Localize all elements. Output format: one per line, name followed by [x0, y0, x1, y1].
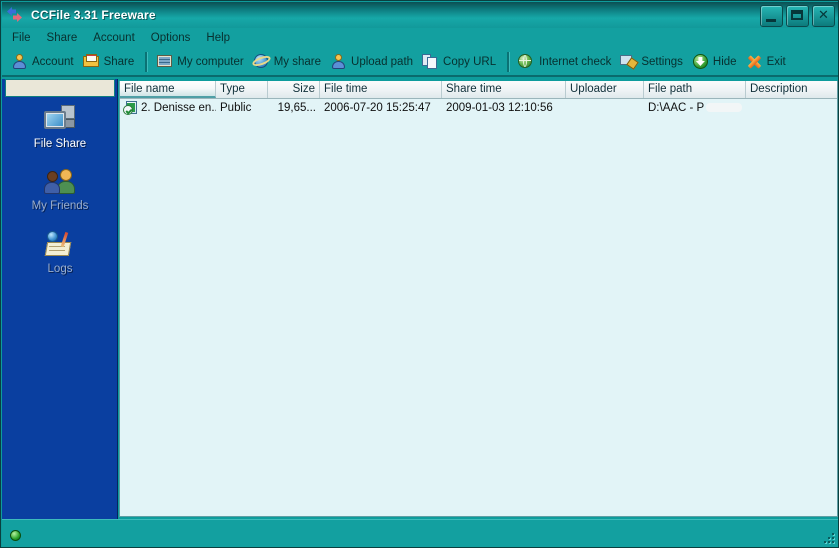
document-checked-icon — [123, 101, 138, 115]
column-header-type[interactable]: Type — [216, 81, 268, 98]
toolbar-button-upload-path[interactable]: Upload path — [327, 50, 419, 74]
minimize-button[interactable] — [760, 5, 783, 27]
toolbar-button-exit[interactable]: Exit — [743, 50, 792, 74]
toolbar-button-account[interactable]: Account — [8, 50, 80, 74]
toolbar-button-my-share[interactable]: My share — [250, 50, 327, 74]
menu-item-share[interactable]: Share — [45, 30, 87, 47]
toolbar-label-my-computer: My computer — [177, 55, 244, 68]
green-led-icon — [10, 530, 21, 541]
column-header-share-time[interactable]: Share time — [442, 81, 566, 98]
network-globe-icon — [518, 53, 535, 70]
toolbar-separator — [145, 51, 149, 72]
toolbar-label-share: Share — [103, 55, 135, 68]
window-title: CCFile 3.31 Freeware — [31, 8, 156, 22]
friends-icon — [44, 167, 76, 197]
file-path-redaction — [706, 103, 743, 113]
copy-icon — [422, 53, 439, 70]
toolbar-button-hide[interactable]: Hide — [689, 50, 743, 74]
toolbar-label-my-share: My share — [273, 55, 322, 68]
toolbar-label-settings: Settings — [641, 55, 683, 68]
toolbar-button-share[interactable]: Share — [80, 50, 141, 74]
window-controls: ✕ — [760, 5, 835, 27]
ccfile-window: CCFile 3.31 Freeware ✕ File Share Accoun… — [0, 0, 839, 548]
column-header-file-time[interactable]: File time — [320, 81, 442, 98]
toolbar-button-internet-check[interactable]: Internet check — [515, 50, 617, 74]
toolbar-label-exit: Exit — [766, 55, 786, 68]
menu-item-file[interactable]: File — [10, 30, 40, 47]
person-icon — [11, 53, 28, 70]
toolbar-label-hide: Hide — [712, 55, 737, 68]
toolbar: Account Share My computer My share Uploa… — [2, 48, 838, 77]
menu-bar: File Share Account Options Help — [2, 28, 838, 48]
cell-file-name: 2. Denisse en... — [120, 99, 216, 117]
globe-icon — [250, 53, 272, 70]
column-header-uploader[interactable]: Uploader — [566, 81, 644, 98]
down-arrow-icon — [692, 53, 709, 70]
toolbar-separator — [507, 51, 511, 72]
sidebar: File Share My Friends Logs — [2, 79, 118, 519]
close-x-icon — [746, 53, 763, 70]
column-header-file-path[interactable]: File path — [644, 81, 746, 98]
table-row[interactable]: 2. Denisse en... Public 19,65... 2006-07… — [120, 99, 837, 117]
toolbar-label-account: Account — [32, 55, 74, 68]
maximize-button[interactable] — [786, 5, 809, 27]
toolbar-label-copy-url: Copy URL — [443, 55, 497, 68]
settings-icon — [620, 53, 640, 70]
exchange-arrows-icon — [6, 6, 26, 24]
share-folder-icon — [82, 53, 100, 70]
cell-size: 19,65... — [277, 102, 316, 114]
logs-icon — [44, 230, 76, 260]
sidebar-item-my-friends[interactable]: My Friends — [2, 167, 118, 212]
file-list: File name Type Size File time Share time… — [119, 81, 838, 517]
menu-item-options[interactable]: Options — [149, 30, 200, 47]
close-button[interactable]: ✕ — [812, 5, 835, 27]
sidebar-label-file-share: File Share — [33, 138, 87, 150]
column-header-file-name[interactable]: File name — [120, 81, 216, 98]
cell-file-time: 2006-07-20 15:25:47 — [324, 102, 431, 114]
toolbar-button-copy-url[interactable]: Copy URL — [419, 50, 502, 74]
toolbar-label-upload-path: Upload path — [351, 55, 414, 68]
cell-file-name-text: 2. Denisse en... — [141, 102, 216, 114]
resize-grip-icon[interactable] — [823, 532, 836, 545]
file-share-icon — [44, 105, 76, 135]
file-list-header: File name Type Size File time Share time… — [120, 81, 837, 99]
cell-type: Public — [220, 102, 252, 114]
computer-icon — [156, 53, 173, 70]
sidebar-item-logs[interactable]: Logs — [2, 230, 118, 275]
cell-file-path: D:\AAC - P — [644, 99, 746, 117]
menu-item-help[interactable]: Help — [204, 30, 239, 47]
status-bar: http:/.150 2009-01-03 13:29:26 — [2, 519, 838, 547]
cell-file-path-text: D:\AAC - P — [648, 102, 705, 114]
toolbar-button-settings[interactable]: Settings — [617, 50, 689, 74]
toolbar-label-internet-check: Internet check — [539, 55, 612, 68]
title-bar[interactable]: CCFile 3.31 Freeware ✕ — [2, 2, 838, 28]
toolbar-button-my-computer[interactable]: My computer — [153, 50, 249, 74]
column-header-size[interactable]: Size — [268, 81, 320, 98]
person-icon — [330, 53, 347, 70]
sidebar-label-logs: Logs — [47, 263, 73, 275]
menu-item-account[interactable]: Account — [91, 30, 144, 47]
sidebar-search-input[interactable] — [5, 79, 115, 97]
cell-share-time: 2009-01-03 12:10:56 — [446, 102, 553, 114]
sidebar-item-file-share[interactable]: File Share — [2, 105, 118, 150]
column-header-description[interactable]: Description — [746, 81, 837, 98]
sidebar-label-my-friends: My Friends — [31, 200, 89, 212]
